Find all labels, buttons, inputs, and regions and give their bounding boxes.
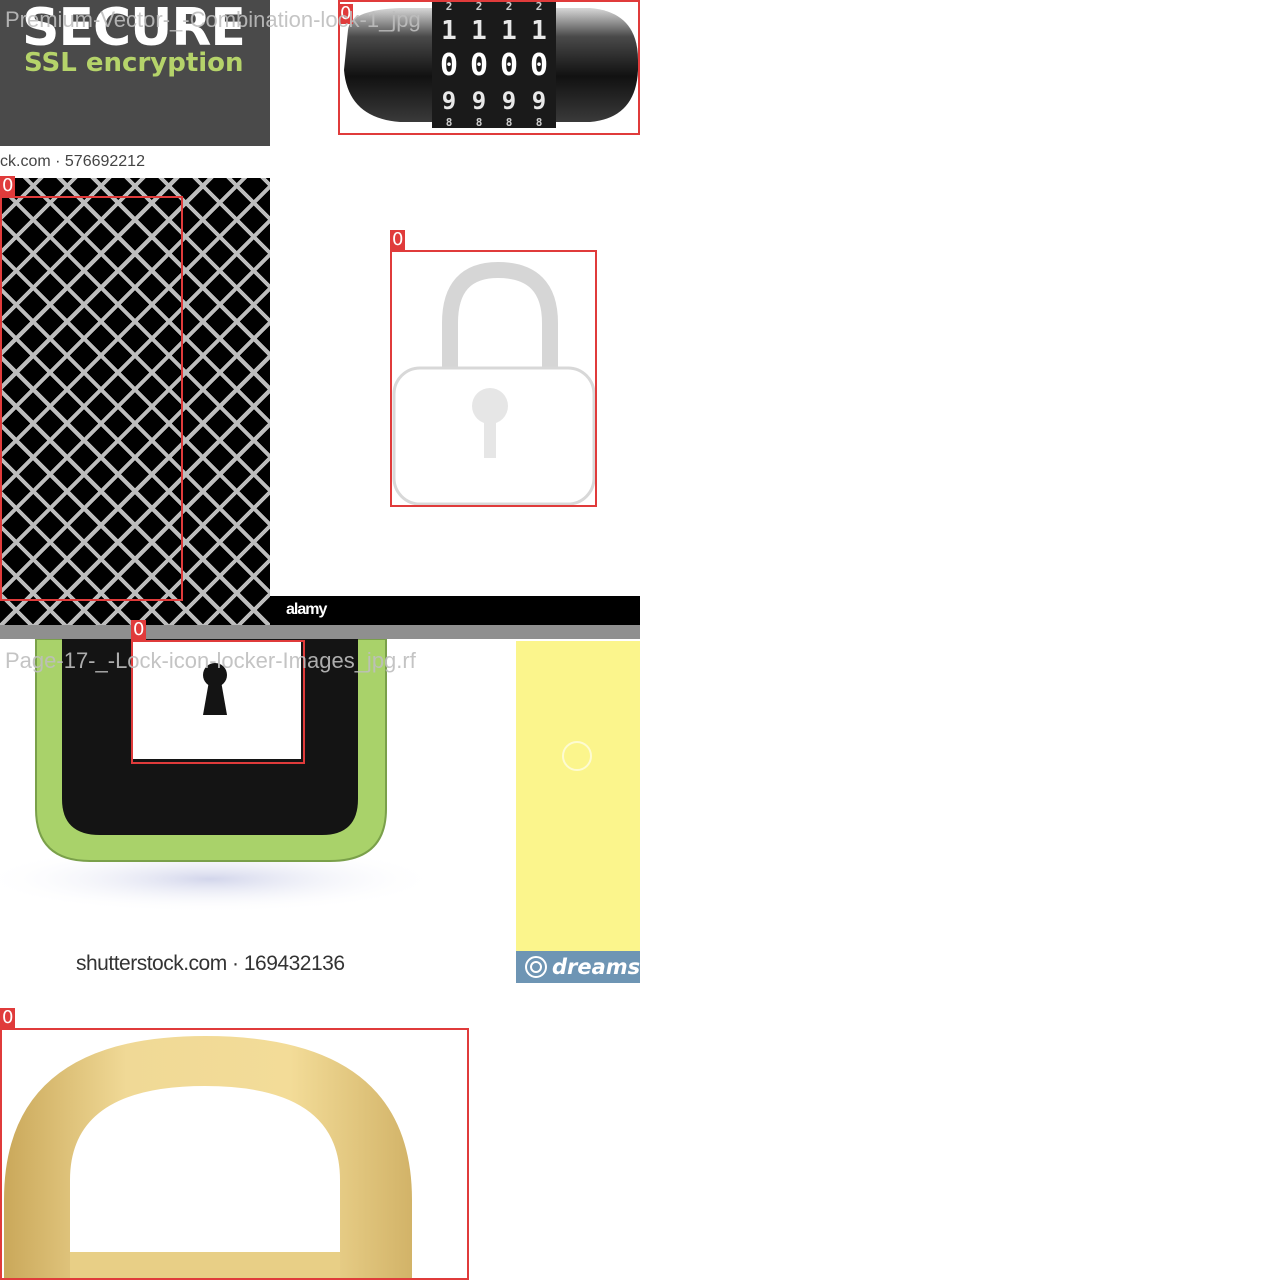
alamy-watermark-bar: alamy bbox=[270, 596, 640, 625]
dreamstime-logo-icon bbox=[525, 956, 547, 978]
detection-box-label: 0 bbox=[131, 619, 147, 640]
detection-box-label: 0 bbox=[0, 175, 16, 196]
detection-box bbox=[390, 250, 597, 507]
dreamstime-watermark-bar: dreamsti bbox=[516, 951, 640, 983]
detection-box bbox=[0, 1028, 469, 1280]
shutterstock-watermark-bottom: shutterstock.com · 169432136 bbox=[76, 952, 345, 975]
detection-box-label: 0 bbox=[390, 229, 406, 250]
shutterstock-watermark-top: ck.com · 576692212 bbox=[0, 153, 145, 170]
yellow-dreamstime-tile bbox=[516, 641, 640, 951]
detection-box-label: 0 bbox=[0, 1007, 16, 1028]
ssl-encryption-label: SSL encryption bbox=[24, 48, 244, 78]
alamy-watermark: alamy bbox=[286, 601, 327, 618]
detection-box bbox=[0, 196, 183, 601]
dreamstime-watermark: dreamsti bbox=[552, 955, 640, 979]
tile-divider bbox=[0, 625, 640, 639]
image-caption-top: Premium-Vector-_-Combination-lock-1_jpg bbox=[5, 7, 421, 32]
image-caption-middle: Page-17-_-Lock-icon-locker-Images_jpg.rf bbox=[5, 648, 416, 673]
faint-watermark-icon bbox=[562, 741, 592, 771]
